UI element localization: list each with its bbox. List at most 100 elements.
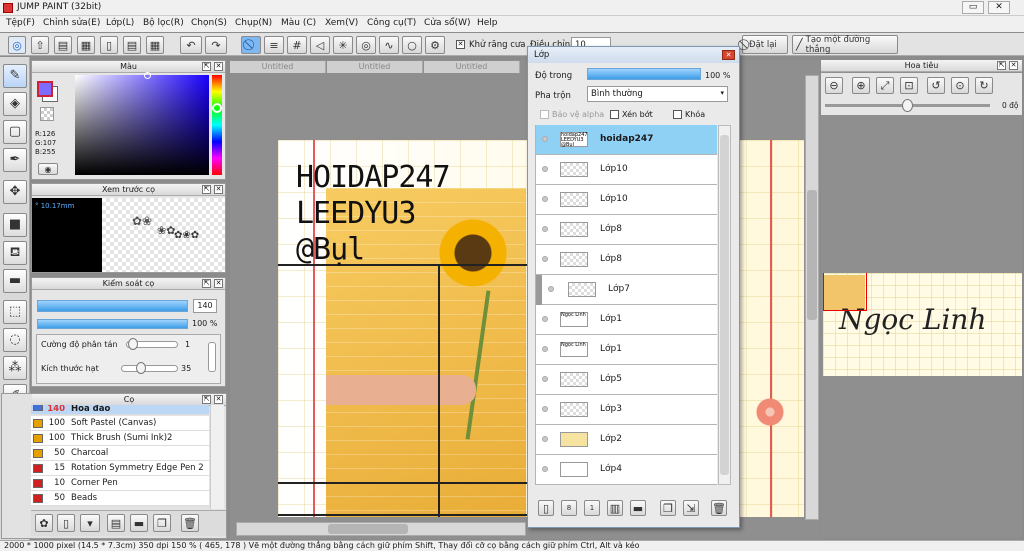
export-icon[interactable]: ⇧ <box>31 36 49 54</box>
brush-opacity-slider[interactable] <box>37 319 188 329</box>
reset-rotation-icon[interactable]: ⊙ <box>951 77 969 94</box>
visibility-icon[interactable] <box>542 226 548 232</box>
document-icon[interactable]: ▤ <box>123 36 141 54</box>
layer-row[interactable]: Lớp8 <box>535 215 717 245</box>
circle-icon[interactable]: ○ <box>402 36 422 54</box>
marquee-tool[interactable]: ⬚ <box>3 300 27 324</box>
options-scrollbar[interactable] <box>208 342 216 372</box>
brush-item[interactable]: 15 Rotation Symmetry Edge Pen 2 <box>31 461 209 476</box>
visibility-icon[interactable] <box>542 376 548 382</box>
blend-select[interactable]: Bình thường ▾ <box>587 86 728 102</box>
lasso-tool[interactable]: ◌ <box>3 328 27 352</box>
brush-tool[interactable]: ✎ <box>3 64 27 88</box>
zoom-out-icon[interactable]: ⊖ <box>825 77 843 94</box>
gear-icon[interactable]: ⚙ <box>425 36 445 54</box>
brush-item[interactable]: 100 Thick Brush (Sumi Ink)2 <box>31 431 209 446</box>
parallel-ruler-icon[interactable]: ≡ <box>264 36 284 54</box>
brush-item[interactable]: 140 Hoa đào <box>31 405 209 415</box>
panel-close-icon[interactable]: ✕ <box>214 279 223 288</box>
panel-close-icon[interactable]: ✕ <box>214 185 223 194</box>
duplicate-icon[interactable]: ❐ <box>153 514 171 532</box>
brush-item[interactable]: 10 Corner Pen <box>31 476 209 491</box>
eye-icon[interactable]: ◉ <box>38 163 58 175</box>
brush-settings-icon[interactable]: ✿ <box>35 514 53 532</box>
visibility-icon[interactable] <box>542 436 548 442</box>
visibility-icon[interactable] <box>548 286 554 292</box>
grain-slider[interactable] <box>121 365 178 372</box>
visibility-icon[interactable] <box>542 256 548 262</box>
hue-slider[interactable] <box>212 75 222 175</box>
menu-help[interactable]: Help <box>477 18 498 28</box>
layer-row[interactable]: Lớp4 <box>535 455 717 485</box>
layers-scroll-thumb[interactable] <box>720 135 729 475</box>
layer-row[interactable]: Ngọc Linh Lớp1 <box>535 335 717 365</box>
menu-layer[interactable]: Lớp(L) <box>106 18 134 28</box>
new-layer-icon[interactable]: ▯ <box>538 500 554 516</box>
layer-row[interactable]: Lớp3 <box>535 395 717 425</box>
visibility-icon[interactable] <box>542 346 548 352</box>
document-tab[interactable]: Untitled <box>424 61 520 73</box>
visibility-icon[interactable] <box>542 136 548 142</box>
select-rect-tool[interactable]: ▢ <box>3 120 27 144</box>
menu-window[interactable]: Cửa sổ(W) <box>424 18 470 28</box>
comment-icon[interactable]: ▤ <box>54 36 72 54</box>
layer-row[interactable]: Lớp2 <box>535 425 717 455</box>
eraser-tool[interactable]: ◈ <box>3 92 27 116</box>
grid-ruler-icon[interactable]: # <box>287 36 307 54</box>
primary-color-swatch[interactable] <box>37 81 53 97</box>
panel-float-icon[interactable]: ⇱ <box>202 395 211 404</box>
lock-checkbox[interactable]: Khóa <box>673 110 705 119</box>
new-layer-1bit-icon[interactable]: 1 <box>584 500 600 516</box>
concentric-icon[interactable]: ◎ <box>356 36 376 54</box>
layer-row[interactable]: hoidap247 LEEDYU3 @Bụl hoidap247 <box>535 125 717 155</box>
magic-wand-tool[interactable]: ⁂ <box>3 356 27 380</box>
actual-size-icon[interactable]: ⊡ <box>900 77 918 94</box>
reset-button[interactable]: ⃠Đặt lại <box>742 35 788 54</box>
brush-item[interactable]: 50 Beads <box>31 491 209 506</box>
ruler-off-icon[interactable]: ⃠ <box>241 36 261 54</box>
panel-float-icon[interactable]: ⇱ <box>202 62 211 71</box>
color-field[interactable] <box>75 75 209 175</box>
pen-tool[interactable]: ✒ <box>3 148 27 172</box>
brush-menu-icon[interactable]: ▾ <box>80 514 100 532</box>
color-picker-handle[interactable] <box>144 72 151 79</box>
brush-size-slider[interactable] <box>37 300 188 312</box>
layer-row[interactable]: Ngọc Linh Lớp1 <box>535 305 717 335</box>
folder-icon[interactable]: ▬ <box>130 514 148 532</box>
canvas-vscroll-thumb[interactable] <box>807 190 817 320</box>
trash-icon[interactable]: 🗑 <box>181 514 199 532</box>
menu-select[interactable]: Chọn(S) <box>191 18 227 28</box>
layer-row[interactable]: Lớp10 <box>535 155 717 185</box>
visibility-icon[interactable] <box>542 196 548 202</box>
rotation-handle[interactable] <box>902 99 913 112</box>
merge-layer-icon[interactable]: ⇲ <box>683 500 699 516</box>
layer-row[interactable]: Lớp8 <box>535 245 717 275</box>
grain-handle[interactable] <box>136 362 146 374</box>
menu-edit[interactable]: Chỉnh sửa(E) <box>43 18 100 28</box>
menu-capture[interactable]: Chụp(N) <box>235 18 272 28</box>
curve-icon[interactable]: ∿ <box>379 36 399 54</box>
menu-filter[interactable]: Bộ lọc(R) <box>143 18 184 28</box>
rotate-right-icon[interactable]: ↻ <box>975 77 993 94</box>
rotate-left-icon[interactable]: ↺ <box>927 77 945 94</box>
panel-close-icon[interactable]: ✕ <box>214 62 223 71</box>
menu-color[interactable]: Màu (C) <box>281 18 316 28</box>
new-layer-8bit-icon[interactable]: 8 <box>561 500 577 516</box>
new-folder-icon[interactable]: ▬ <box>630 500 646 516</box>
protect-alpha-checkbox[interactable]: Bảo vệ alpha <box>540 110 604 119</box>
brush-list-scrollbar[interactable] <box>210 405 224 509</box>
visibility-icon[interactable] <box>542 166 548 172</box>
document-tab[interactable]: Untitled <box>327 61 423 73</box>
layer-row[interactable]: Lớp5 <box>535 365 717 395</box>
brush-doc-icon[interactable]: ▤ <box>107 514 125 532</box>
visibility-icon[interactable] <box>542 406 548 412</box>
layer-row[interactable]: Lớp7 <box>535 275 717 305</box>
panel-float-icon[interactable]: ⇱ <box>997 61 1006 70</box>
brush-item[interactable]: 100 Soft Pastel (Canvas) <box>31 416 209 431</box>
minimize-button[interactable]: ▭ <box>962 1 984 14</box>
panel-close-icon[interactable]: ✕ <box>1009 61 1018 70</box>
close-window-button[interactable]: ✕ <box>988 1 1010 14</box>
layer-row[interactable]: Lớp10 <box>535 185 717 215</box>
menu-view[interactable]: Xem(V) <box>325 18 358 28</box>
brush-size-value[interactable]: 140 <box>193 299 217 313</box>
